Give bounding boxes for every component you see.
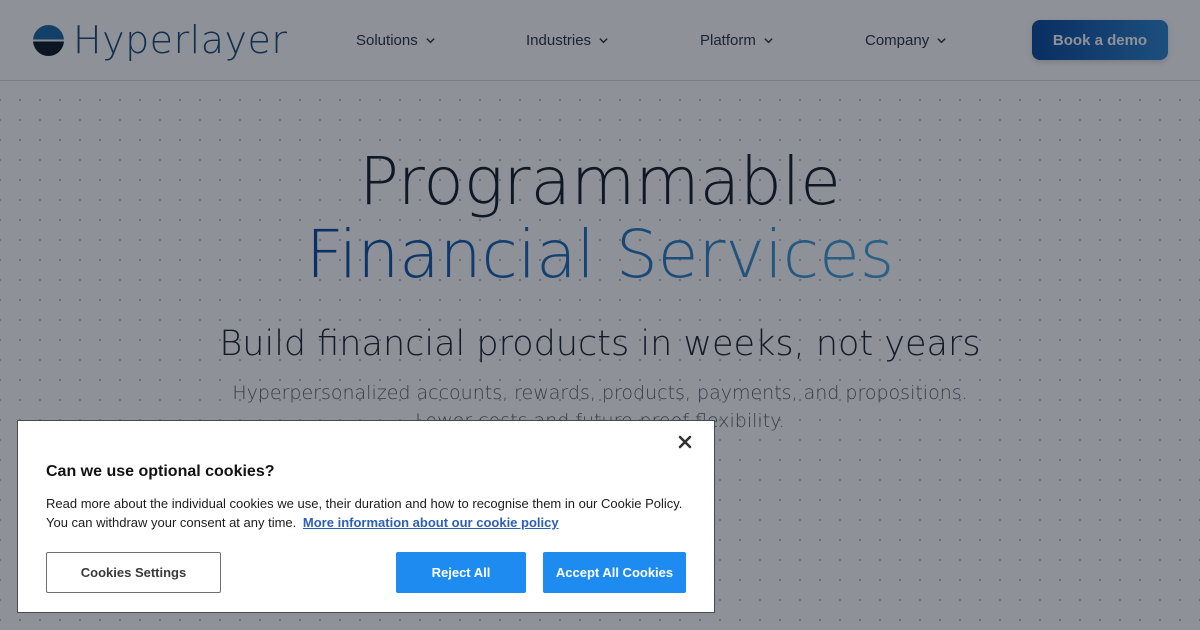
cookies-settings-button[interactable]: Cookies Settings — [46, 552, 221, 593]
reject-all-button[interactable]: Reject All — [396, 552, 526, 593]
close-icon — [678, 435, 692, 449]
cookie-title: Can we use optional cookies? — [46, 463, 275, 480]
cookie-close-button[interactable] — [676, 431, 694, 453]
accept-all-cookies-button[interactable]: Accept All Cookies — [543, 552, 686, 593]
cookie-consent-dialog: Can we use optional cookies? Read more a… — [17, 420, 715, 613]
cookie-body: Read more about the individual cookies w… — [46, 494, 696, 532]
cookie-policy-link[interactable]: More information about our cookie policy — [303, 515, 559, 530]
